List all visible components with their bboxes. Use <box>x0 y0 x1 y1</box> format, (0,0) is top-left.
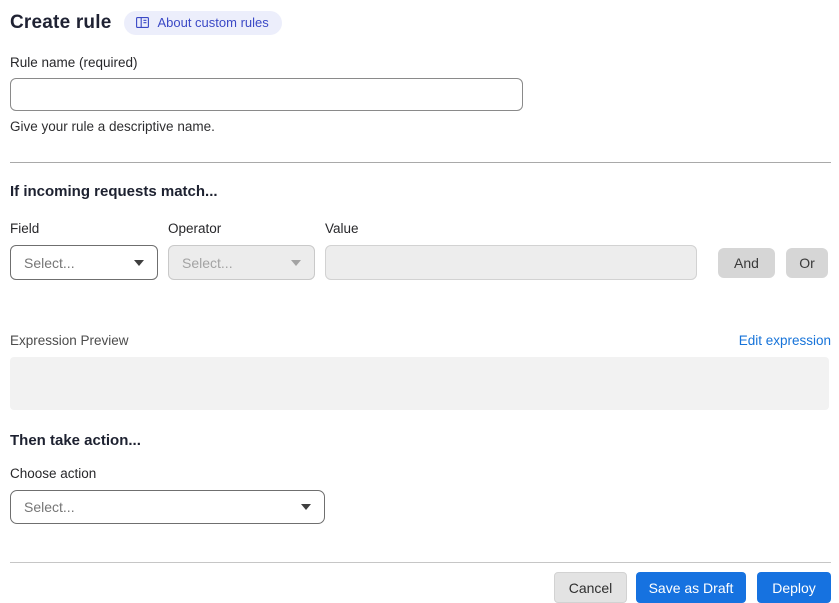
choose-action-select[interactable]: Select... <box>10 490 325 524</box>
deploy-button[interactable]: Deploy <box>757 572 831 603</box>
footer-actions: Cancel Save as Draft Deploy <box>10 572 831 603</box>
about-custom-rules-link[interactable]: About custom rules <box>124 11 282 35</box>
expression-preview-label: Expression Preview <box>10 333 129 348</box>
value-label: Value <box>325 221 359 236</box>
choose-action-label: Choose action <box>10 466 97 481</box>
and-button[interactable]: And <box>718 247 775 278</box>
chevron-down-icon <box>134 259 144 266</box>
about-custom-rules-label: About custom rules <box>157 15 269 30</box>
expression-preview-box <box>10 357 829 410</box>
cancel-button[interactable]: Cancel <box>554 572 627 603</box>
page-header: Create rule About custom rules <box>10 11 831 35</box>
section-divider-top <box>10 162 831 163</box>
match-section-heading: If incoming requests match... <box>10 183 218 200</box>
action-section-heading: Then take action... <box>10 432 141 449</box>
operator-label: Operator <box>168 221 222 236</box>
book-icon <box>135 15 150 30</box>
value-input[interactable] <box>325 245 697 280</box>
rule-name-input[interactable] <box>10 78 523 111</box>
rule-name-help-text: Give your rule a descriptive name. <box>10 119 215 134</box>
operator-select[interactable]: Select... <box>168 245 315 280</box>
expression-preview-header: Expression Preview Edit expression <box>10 333 831 348</box>
condition-row: Select... Select... And Or <box>10 245 831 280</box>
choose-action-placeholder: Select... <box>24 499 75 515</box>
create-rule-form: Create rule About custom rules Rule name… <box>0 0 839 603</box>
save-as-draft-button[interactable]: Save as Draft <box>636 572 746 603</box>
field-select[interactable]: Select... <box>10 245 158 280</box>
section-divider-bottom <box>10 562 831 563</box>
field-label: Field <box>10 221 40 236</box>
page-title: Create rule <box>10 12 112 33</box>
rule-name-label: Rule name (required) <box>10 55 138 70</box>
condition-labels-row: Field Operator Value <box>10 221 831 236</box>
field-select-placeholder: Select... <box>24 254 75 271</box>
edit-expression-link[interactable]: Edit expression <box>739 333 831 348</box>
chevron-down-icon <box>301 504 311 510</box>
or-button[interactable]: Or <box>786 247 828 278</box>
operator-select-placeholder: Select... <box>182 254 233 271</box>
chevron-down-icon <box>291 259 301 266</box>
